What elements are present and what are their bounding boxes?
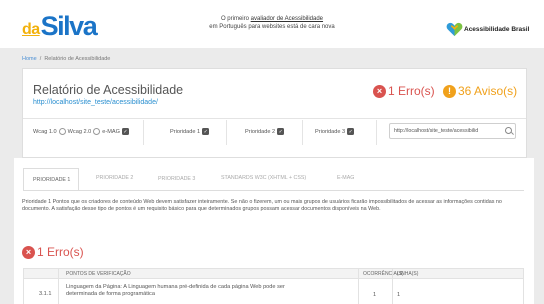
priority2-label: Prioridade 2 bbox=[245, 128, 276, 135]
row-checkpoint-text: Linguagem da Página: A Linguagem humana … bbox=[66, 284, 285, 297]
acessibilidade-brasil-logo[interactable]: Acessibilidade Brasil bbox=[446, 22, 529, 37]
search-icon[interactable] bbox=[505, 127, 512, 134]
logo-prefix: da bbox=[22, 21, 40, 38]
error-count-label: 1 Erro(s) bbox=[388, 84, 435, 98]
priority3-filter: Prioridade 3 ✓ bbox=[315, 128, 355, 135]
error-icon: × bbox=[22, 245, 35, 259]
tagline: O primeiro avaliador de Acessibilidade e… bbox=[184, 15, 360, 31]
priority2-filter: Prioridade 2 ✓ bbox=[245, 128, 285, 135]
error-count[interactable]: × 1 Erro(s) bbox=[373, 84, 435, 98]
table-border bbox=[23, 268, 24, 304]
table-column-divider bbox=[392, 268, 393, 304]
tab-prioridade-3[interactable]: PRIORIDADE 3 bbox=[158, 176, 195, 182]
tab-standards-w3c[interactable]: STANDARDS W3C (XHTML + CSS) bbox=[221, 175, 306, 181]
tab-emag[interactable]: E-MAG bbox=[337, 175, 354, 181]
table-column-divider bbox=[358, 268, 359, 304]
filter-divider bbox=[143, 120, 144, 145]
column-header-lines: LINHA(S) bbox=[397, 271, 419, 277]
warning-icon: ! bbox=[443, 84, 456, 98]
report-url[interactable]: http://localhost/site_teste/acessibilida… bbox=[33, 99, 158, 106]
priority1-filter: Prioridade 1 ✓ bbox=[170, 128, 210, 135]
row-occurrences: 1 bbox=[373, 292, 377, 298]
wcag20-label: Wcag 2.0 bbox=[67, 128, 92, 135]
breadcrumb-current: Relatório de Acessibilidade bbox=[44, 56, 111, 62]
url-input[interactable]: http://localhost/site_teste/acessibilid bbox=[389, 123, 516, 139]
brand-text: Acessibilidade Brasil bbox=[464, 26, 530, 33]
report-title: Relatório de Acessibilidade bbox=[33, 83, 184, 97]
tab-prioridade-2[interactable]: PRIORIDADE 2 bbox=[96, 175, 133, 181]
tab-underline bbox=[23, 190, 524, 191]
wcag10-radio[interactable] bbox=[58, 128, 66, 135]
error-icon: × bbox=[373, 84, 386, 98]
wcag10-label: Wcag 1.0 bbox=[33, 128, 57, 135]
warning-count[interactable]: ! 36 Aviso(s) bbox=[443, 84, 517, 98]
filter-divider bbox=[376, 120, 377, 145]
priority2-checkbox[interactable]: ✓ bbox=[277, 128, 285, 135]
logo-main: Silva bbox=[40, 11, 98, 41]
emag-label: e-MAG bbox=[102, 128, 120, 135]
tagline-second-line: em Português para websites está de cara … bbox=[209, 24, 335, 30]
breadcrumb: Home / Relatório de Acessibilidade bbox=[22, 56, 110, 62]
priority1-checkbox[interactable]: ✓ bbox=[202, 128, 210, 135]
emag-checkbox[interactable]: ✓ bbox=[122, 128, 129, 135]
breadcrumb-separator: / bbox=[39, 56, 42, 62]
table-column-divider bbox=[58, 268, 59, 304]
breadcrumb-home[interactable]: Home bbox=[22, 56, 37, 62]
warning-count-label: 36 Aviso(s) bbox=[458, 84, 518, 98]
priority3-checkbox[interactable]: ✓ bbox=[347, 128, 355, 135]
row-lines[interactable]: 1 bbox=[397, 292, 400, 298]
heart-icon bbox=[446, 22, 463, 37]
guideline-options: Wcag 1.0 Wcag 2.0 e-MAG ✓ bbox=[33, 128, 129, 135]
dasilva-logo[interactable]: da Silva bbox=[22, 11, 98, 41]
filter-divider bbox=[302, 120, 303, 145]
tagline-prefix: O primeiro bbox=[220, 16, 251, 22]
wcag20-radio[interactable] bbox=[93, 128, 101, 135]
priority1-label: Prioridade 1 bbox=[170, 128, 201, 135]
filter-divider bbox=[226, 120, 227, 145]
row-checkpoint-code[interactable]: 3.1.1 bbox=[39, 291, 51, 297]
errors-heading: × 1 Erro(s) bbox=[22, 245, 84, 259]
column-header-checkpoints: PONTOS DE VERIFICAÇÃO bbox=[66, 271, 131, 277]
errors-heading-label: 1 Erro(s) bbox=[37, 245, 84, 259]
tagline-link[interactable]: avaliador de Acessibilidade bbox=[251, 16, 323, 22]
priority3-label: Prioridade 3 bbox=[315, 128, 346, 135]
tab-prioridade-1[interactable]: PRIORIDADE 1 bbox=[33, 177, 70, 183]
table-border bbox=[523, 268, 524, 304]
priority-description: Prioridade 1 Pontos que os criadores de … bbox=[22, 199, 502, 212]
